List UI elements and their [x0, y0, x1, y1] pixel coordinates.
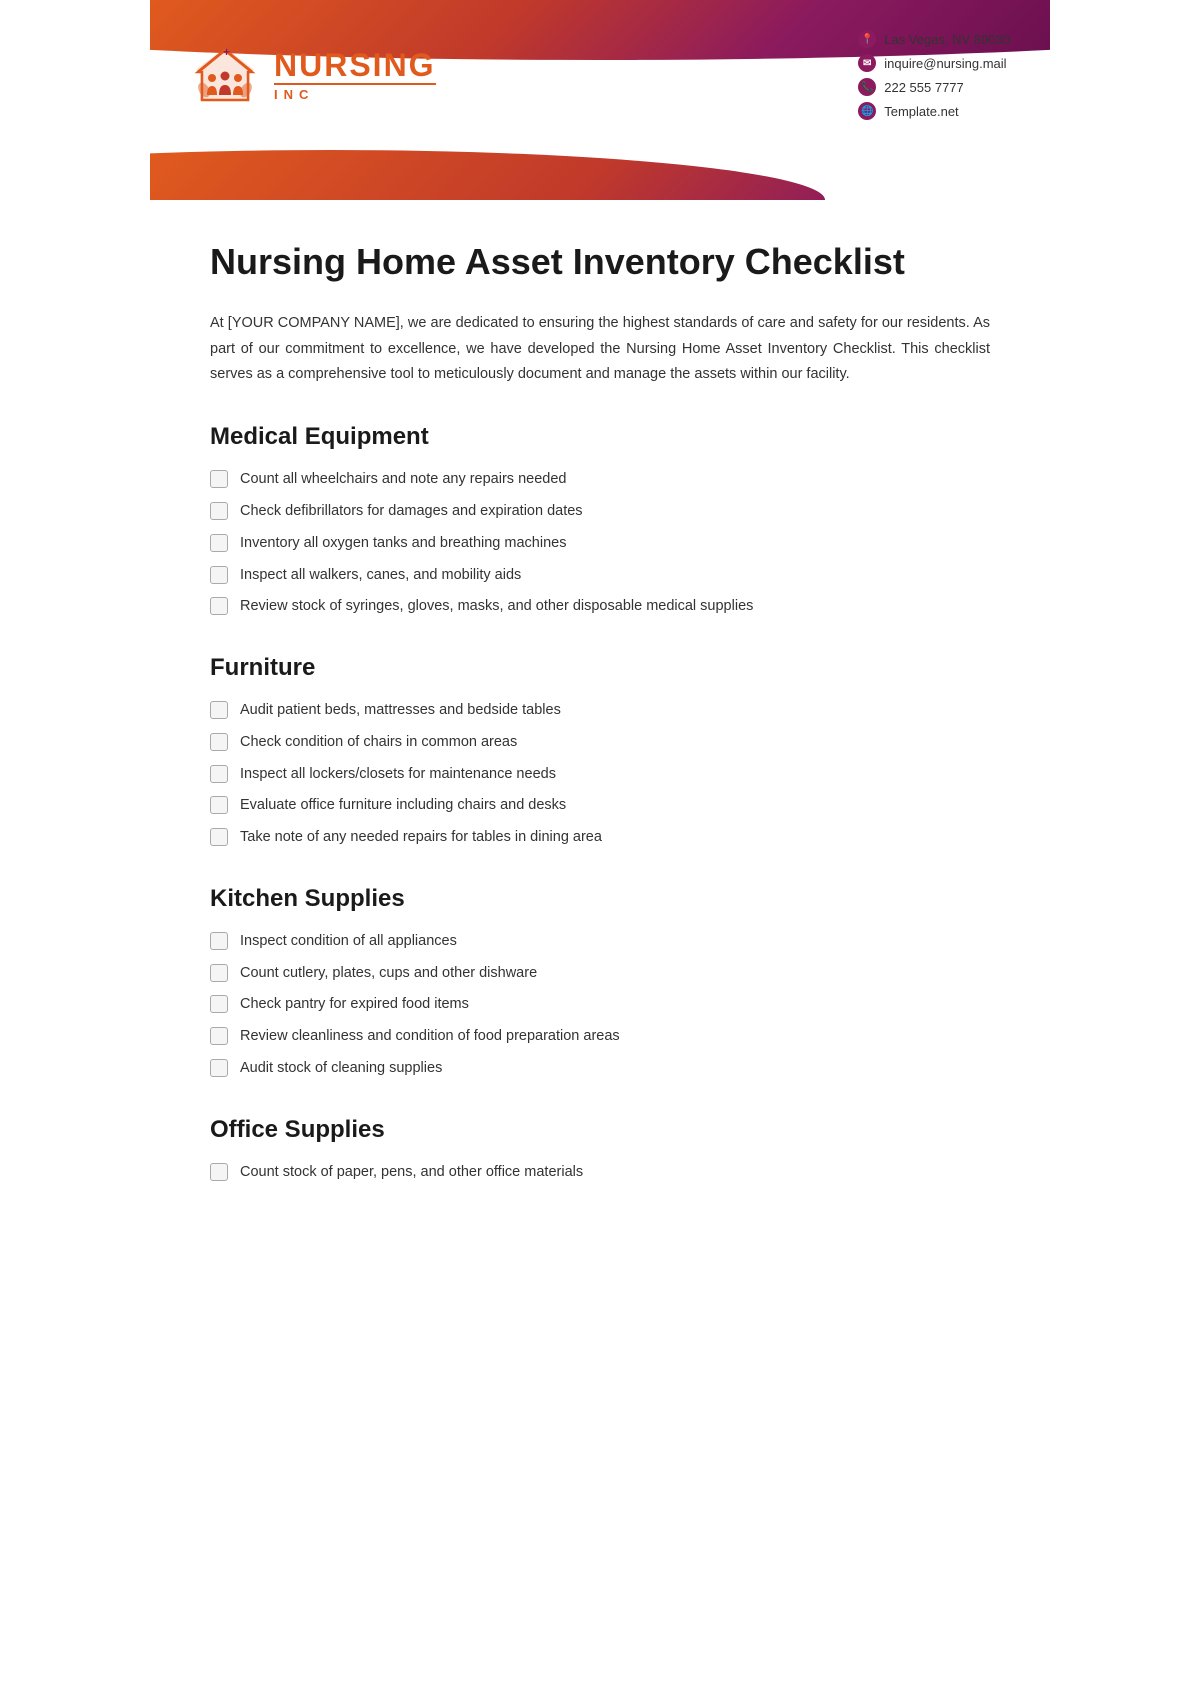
main-content: Nursing Home Asset Inventory Checklist A…	[150, 200, 1050, 1279]
checkbox[interactable]	[210, 534, 228, 552]
checkbox[interactable]	[210, 566, 228, 584]
contact-phone-row: 📞 222 555 7777	[858, 78, 1010, 96]
section-title-furniture: Furniture	[210, 654, 990, 682]
section-title-kitchen-supplies: Kitchen Supplies	[210, 885, 990, 913]
contact-address: Las Vegas, NV 89030	[884, 32, 1010, 47]
page-title: Nursing Home Asset Inventory Checklist	[210, 240, 990, 283]
list-item: Check pantry for expired food items	[210, 994, 990, 1016]
checkbox[interactable]	[210, 1027, 228, 1045]
contact-website: Template.net	[884, 104, 958, 119]
checklist-item-text: Review cleanliness and condition of food…	[240, 1026, 620, 1048]
logo-inc: INC	[274, 83, 436, 102]
list-item: Evaluate office furniture including chai…	[210, 795, 990, 817]
checklist-item-text: Audit patient beds, mattresses and bedsi…	[240, 700, 561, 722]
intro-paragraph: At [YOUR COMPANY NAME], we are dedicated…	[210, 311, 990, 387]
checkbox[interactable]	[210, 470, 228, 488]
section-office-supplies: Office Supplies Count stock of paper, pen…	[210, 1116, 990, 1184]
list-item: Audit stock of cleaning supplies	[210, 1058, 990, 1080]
section-title-medical-equipment: Medical Equipment	[210, 423, 990, 451]
checklist-item-text: Review stock of syringes, gloves, masks,…	[240, 596, 753, 618]
list-item: Take note of any needed repairs for tabl…	[210, 827, 990, 849]
checkbox[interactable]	[210, 1059, 228, 1077]
header-wave-bottom	[150, 150, 1050, 200]
checklist-item-text: Evaluate office furniture including chai…	[240, 795, 566, 817]
checkbox[interactable]	[210, 502, 228, 520]
checklist-item-text: Inspect all lockers/closets for maintena…	[240, 764, 556, 786]
checklist-item-text: Take note of any needed repairs for tabl…	[240, 827, 602, 849]
location-icon: 📍	[858, 30, 876, 48]
list-item: Count stock of paper, pens, and other of…	[210, 1162, 990, 1184]
checkbox[interactable]	[210, 964, 228, 982]
list-item: Check defibrillators for damages and exp…	[210, 501, 990, 523]
logo-text: NURSING INC	[274, 49, 436, 102]
contact-email-row: ✉ inquire@nursing.mail	[858, 54, 1010, 72]
contact-address-row: 📍 Las Vegas, NV 89030	[858, 30, 1010, 48]
header: + NURSING INC 📍	[150, 0, 1050, 200]
checklist-medical-equipment: Count all wheelchairs and note any repai…	[210, 469, 990, 618]
section-kitchen-supplies: Kitchen Supplies Inspect condition of all…	[210, 885, 990, 1080]
checkbox[interactable]	[210, 995, 228, 1013]
list-item: Review cleanliness and condition of food…	[210, 1026, 990, 1048]
logo-name: NURSING	[274, 49, 436, 81]
checkbox[interactable]	[210, 733, 228, 751]
contact-web-row: 🌐 Template.net	[858, 102, 1010, 120]
list-item: Count all wheelchairs and note any repai…	[210, 469, 990, 491]
checklist-kitchen-supplies: Inspect condition of all appliances Count…	[210, 931, 990, 1080]
checkbox[interactable]	[210, 1163, 228, 1181]
list-item: Review stock of syringes, gloves, masks,…	[210, 596, 990, 618]
logo-icon: +	[190, 40, 260, 110]
checklist-item-text: Inspect condition of all appliances	[240, 931, 457, 953]
checkbox[interactable]	[210, 701, 228, 719]
checklist-furniture: Audit patient beds, mattresses and bedsi…	[210, 700, 990, 849]
svg-text:+: +	[223, 45, 230, 59]
email-icon: ✉	[858, 54, 876, 72]
section-medical-equipment: Medical Equipment Count all wheelchairs a…	[210, 423, 990, 618]
list-item: Audit patient beds, mattresses and bedsi…	[210, 700, 990, 722]
contact-phone: 222 555 7777	[884, 80, 964, 95]
section-title-office-supplies: Office Supplies	[210, 1116, 990, 1144]
list-item: Check condition of chairs in common area…	[210, 732, 990, 754]
checklist-item-text: Check pantry for expired food items	[240, 994, 469, 1016]
list-item: Inspect condition of all appliances	[210, 931, 990, 953]
checklist-item-text: Inspect all walkers, canes, and mobility…	[240, 565, 521, 587]
checklist-item-text: Count cutlery, plates, cups and other di…	[240, 963, 537, 985]
phone-icon: 📞	[858, 78, 876, 96]
list-item: Inspect all walkers, canes, and mobility…	[210, 565, 990, 587]
web-icon: 🌐	[858, 102, 876, 120]
contact-info: 📍 Las Vegas, NV 89030 ✉ inquire@nursing.…	[858, 30, 1010, 120]
checkbox[interactable]	[210, 765, 228, 783]
checkbox[interactable]	[210, 932, 228, 950]
checklist-item-text: Audit stock of cleaning supplies	[240, 1058, 442, 1080]
header-content: + NURSING INC 📍	[150, 0, 1050, 140]
list-item: Count cutlery, plates, cups and other di…	[210, 963, 990, 985]
checkbox[interactable]	[210, 796, 228, 814]
checklist-item-text: Inventory all oxygen tanks and breathing…	[240, 533, 566, 555]
checklist-item-text: Count stock of paper, pens, and other of…	[240, 1162, 583, 1184]
section-furniture: Furniture Audit patient beds, mattresses …	[210, 654, 990, 849]
checklist-office-supplies: Count stock of paper, pens, and other of…	[210, 1162, 990, 1184]
logo-area: + NURSING INC	[190, 40, 436, 110]
list-item: Inspect all lockers/closets for maintena…	[210, 764, 990, 786]
checkbox[interactable]	[210, 828, 228, 846]
checklist-item-text: Check defibrillators for damages and exp…	[240, 501, 583, 523]
checklist-item-text: Check condition of chairs in common area…	[240, 732, 517, 754]
list-item: Inventory all oxygen tanks and breathing…	[210, 533, 990, 555]
checklist-item-text: Count all wheelchairs and note any repai…	[240, 469, 566, 491]
contact-email: inquire@nursing.mail	[884, 56, 1006, 71]
checkbox[interactable]	[210, 597, 228, 615]
sections-container: Medical Equipment Count all wheelchairs a…	[210, 423, 990, 1183]
